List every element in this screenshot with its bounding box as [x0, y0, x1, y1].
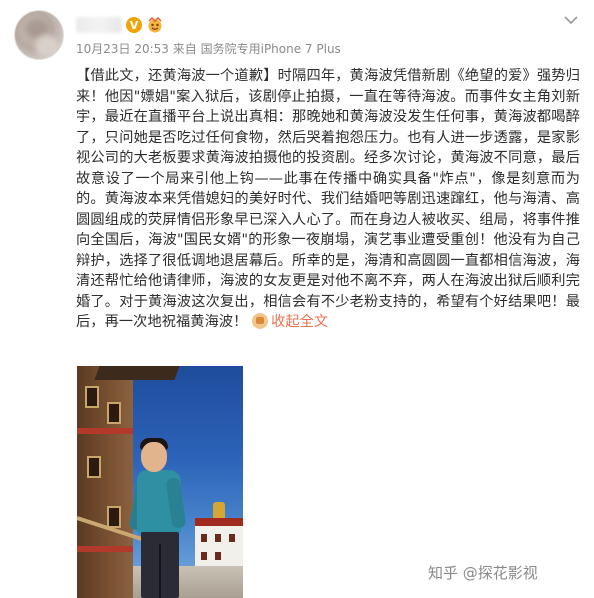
collapse-icon [252, 313, 269, 329]
collapse-full-text-link[interactable]: 收起全文 [252, 313, 329, 330]
post-timestamp[interactable]: 10月23日 20:53 [76, 42, 169, 56]
collapse-label: 收起全文 [271, 314, 329, 330]
post-body: 时隔四年，黄海波凭借新剧《绝望的爱》强势归来！他因"嫖娼"案入狱后，该剧停止拍摄… [76, 68, 581, 330]
post-header: V 10月23日 20:53 来自 国务院专用iPhone 7 Plus [0, 0, 594, 64]
post-source[interactable]: 国务院专用iPhone 7 Plus [201, 42, 341, 56]
verified-icon: V [126, 17, 142, 33]
chevron-down-icon[interactable] [562, 12, 580, 26]
post-meta: 10月23日 20:53 来自 国务院专用iPhone 7 Plus [76, 40, 341, 57]
post-text: 【借此文，还黄海波一个道歉】时隔四年，黄海波凭借新剧《绝望的爱》强势归来！他因"… [76, 66, 580, 333]
username-blurred[interactable] [76, 17, 122, 33]
username-row: V [76, 14, 164, 36]
watermark: 知乎 @探花影视 [428, 564, 538, 582]
avatar[interactable] [14, 10, 64, 60]
post-tag: 【借此文，还黄海波一个道歉】 [76, 68, 278, 84]
post-photo[interactable] [77, 366, 243, 598]
source-prefix: 来自 [172, 42, 197, 56]
vip-icon [146, 17, 164, 33]
